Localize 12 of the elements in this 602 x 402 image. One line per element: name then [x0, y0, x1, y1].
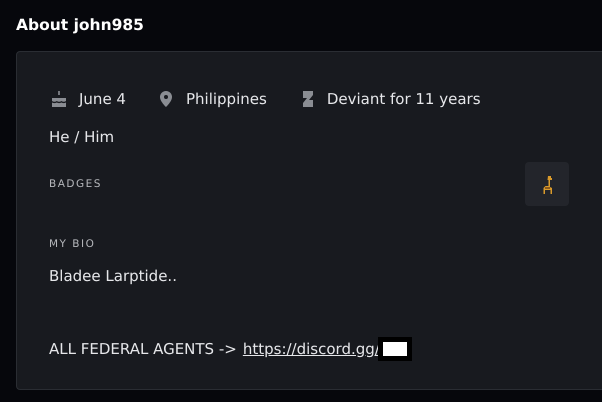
fact-text: Philippines: [186, 90, 267, 108]
badges-label: BADGES: [49, 178, 102, 190]
bio-label: MY BIO: [49, 238, 96, 250]
fact-text: June 4: [79, 90, 126, 108]
bio-link[interactable]: https://discord.gg/: [242, 340, 380, 358]
bio-text: ALL FEDERAL AGENTS ->: [49, 340, 237, 358]
bio-text: Bladee Larptide..: [49, 267, 177, 285]
fact-text: Deviant for 11 years: [326, 90, 481, 108]
pronouns-text: He / Him: [49, 128, 116, 146]
badge-button[interactable]: [525, 162, 569, 206]
section-title: About john985: [15, 15, 145, 36]
cake-icon: [49, 89, 69, 109]
